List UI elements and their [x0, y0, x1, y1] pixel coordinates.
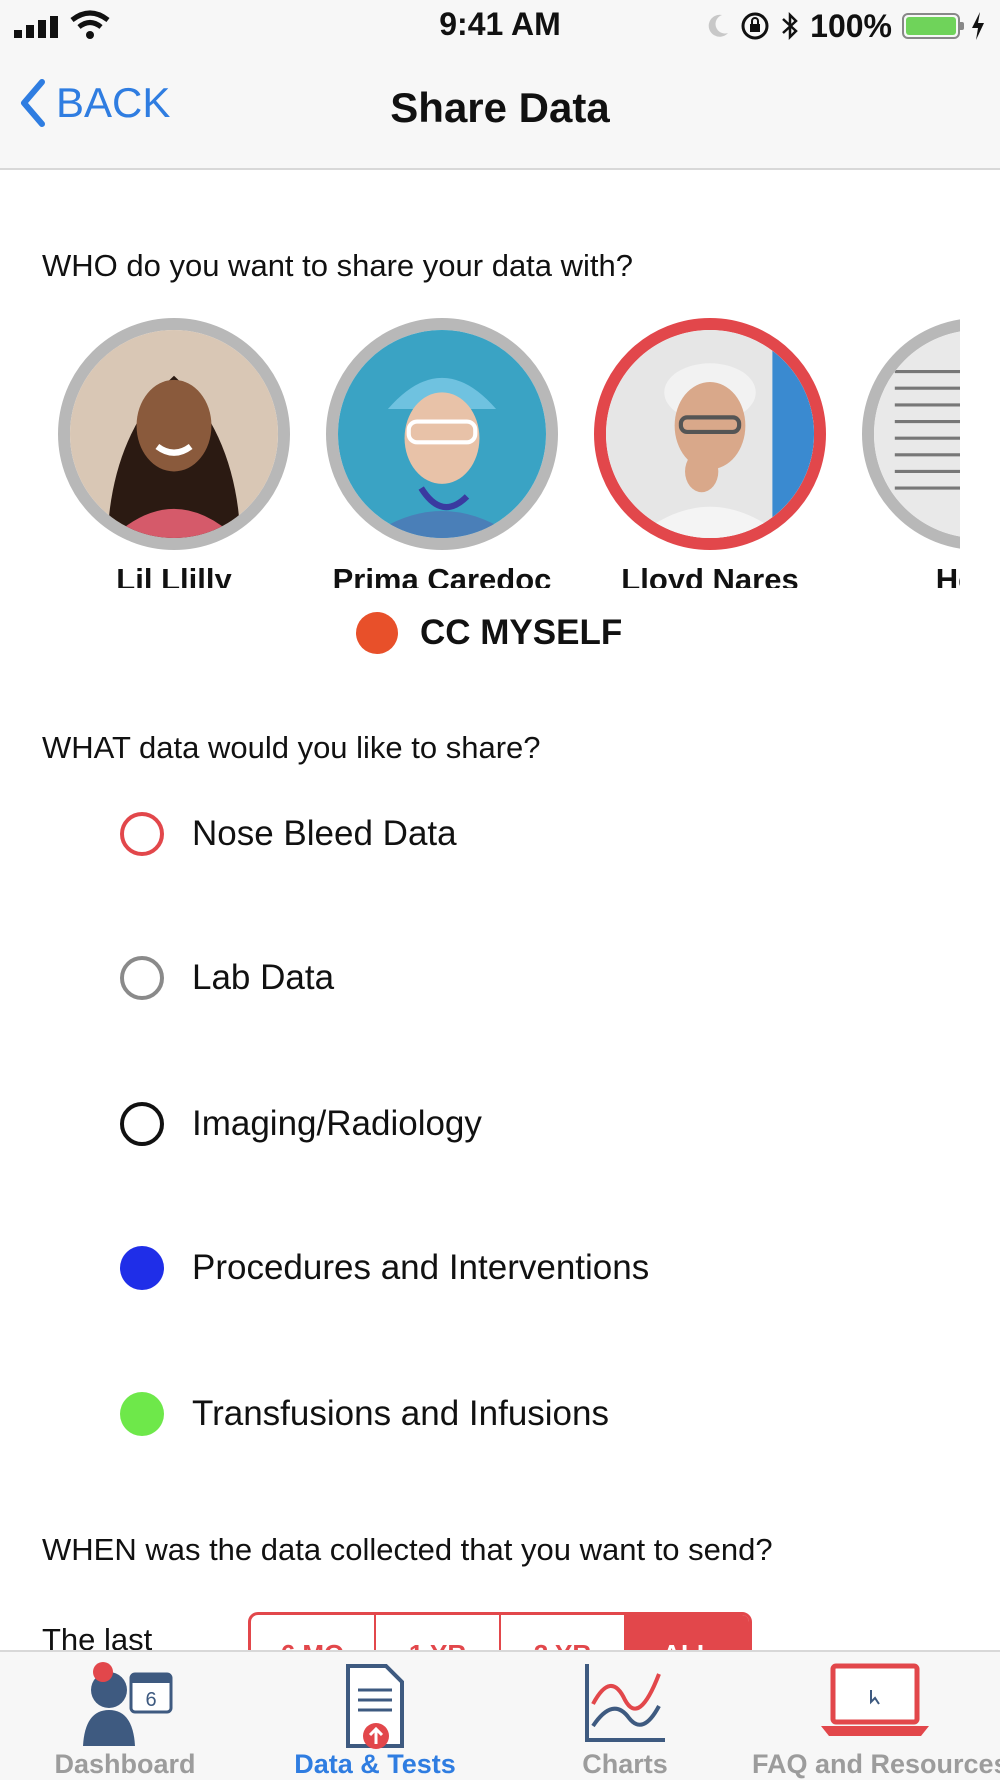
line-chart-icon	[585, 1664, 665, 1742]
page-title: Share Data	[390, 84, 610, 131]
radio-unselected	[120, 812, 164, 856]
person-photo-icon	[70, 330, 278, 538]
recipient-carousel[interactable]: Lil Llilly Prima Caredoc Lloyd Nares H	[0, 318, 960, 588]
charging-bolt-icon	[972, 12, 984, 40]
radio-unselected	[120, 956, 164, 1000]
cc-indicator	[356, 612, 398, 654]
person-photo-icon	[338, 330, 546, 538]
avatar-selected	[594, 318, 826, 550]
cc-myself-toggle[interactable]: CC MYSELF	[356, 612, 622, 654]
option-imaging-radiology[interactable]: Imaging/Radiology	[120, 1102, 482, 1146]
tab-faq-resources[interactable]: FAQ and Resources	[752, 1652, 1000, 1780]
who-question: WHO do you want to share your data with?	[42, 248, 634, 283]
status-right: 100%	[706, 6, 986, 46]
recipient-name: Hema	[935, 562, 960, 588]
battery-icon	[902, 13, 964, 39]
cc-label: CC MYSELF	[420, 613, 623, 652]
option-label: Procedures and Interventions	[192, 1248, 650, 1287]
tab-label: Data & Tests	[294, 1749, 456, 1779]
battery-percent: 100%	[810, 7, 892, 44]
what-question: WHAT data would you like to share?	[42, 730, 541, 765]
tab-dashboard[interactable]: 6 Dashboard	[30, 1652, 220, 1780]
option-transfusions-infusions[interactable]: Transfusions and Infusions	[120, 1392, 609, 1436]
when-question: WHEN was the data collected that you wan…	[42, 1532, 773, 1567]
tab-label: Dashboard	[54, 1749, 196, 1779]
moon-icon	[708, 14, 729, 37]
orientation-lock-icon	[741, 12, 769, 40]
radio-selected	[120, 1392, 164, 1436]
calendar-badge: 6	[145, 1689, 156, 1711]
recipient-name: Lil Llilly	[116, 562, 232, 588]
option-nose-bleed-data[interactable]: Nose Bleed Data	[120, 812, 457, 856]
bluetooth-icon	[782, 11, 798, 41]
document-photo-icon	[874, 330, 960, 538]
tab-bar: 6 Dashboard Data & Tests Charts FAQ and …	[0, 1650, 1000, 1780]
option-lab-data[interactable]: Lab Data	[120, 956, 334, 1000]
recipient-lil-llilly[interactable]: Lil Llilly	[58, 318, 290, 588]
tab-label: Charts	[582, 1749, 668, 1779]
option-procedures-interventions[interactable]: Procedures and Interventions	[120, 1246, 649, 1290]
person-photo-icon	[606, 330, 814, 538]
document-upload-icon	[346, 1664, 404, 1749]
recipient-lloyd-nares[interactable]: Lloyd Nares	[594, 318, 826, 588]
laptop-icon	[821, 1663, 929, 1736]
option-label: Lab Data	[192, 958, 335, 997]
avatar	[58, 318, 290, 550]
option-label: Nose Bleed Data	[192, 814, 457, 853]
navigation-bar: BACK Share Data	[0, 50, 1000, 170]
recipient-hema[interactable]: Hema	[862, 318, 960, 588]
radio-unselected	[120, 1102, 164, 1146]
tab-charts[interactable]: Charts	[545, 1652, 705, 1780]
dashboard-doctor-calendar-icon: 6	[83, 1662, 173, 1746]
tab-label: FAQ and Resources	[752, 1749, 1000, 1779]
option-label: Imaging/Radiology	[192, 1104, 482, 1143]
tab-data-tests[interactable]: Data & Tests	[270, 1652, 480, 1780]
avatar	[326, 318, 558, 550]
recipient-name: Lloyd Nares	[621, 562, 799, 588]
recipient-prima-caredoc[interactable]: Prima Caredoc	[326, 318, 558, 588]
recipient-name: Prima Caredoc	[332, 562, 552, 588]
option-label: Transfusions and Infusions	[192, 1394, 609, 1433]
radio-selected	[120, 1246, 164, 1290]
status-bar: 9:41 AM 100%	[0, 0, 1000, 50]
avatar	[862, 318, 960, 550]
